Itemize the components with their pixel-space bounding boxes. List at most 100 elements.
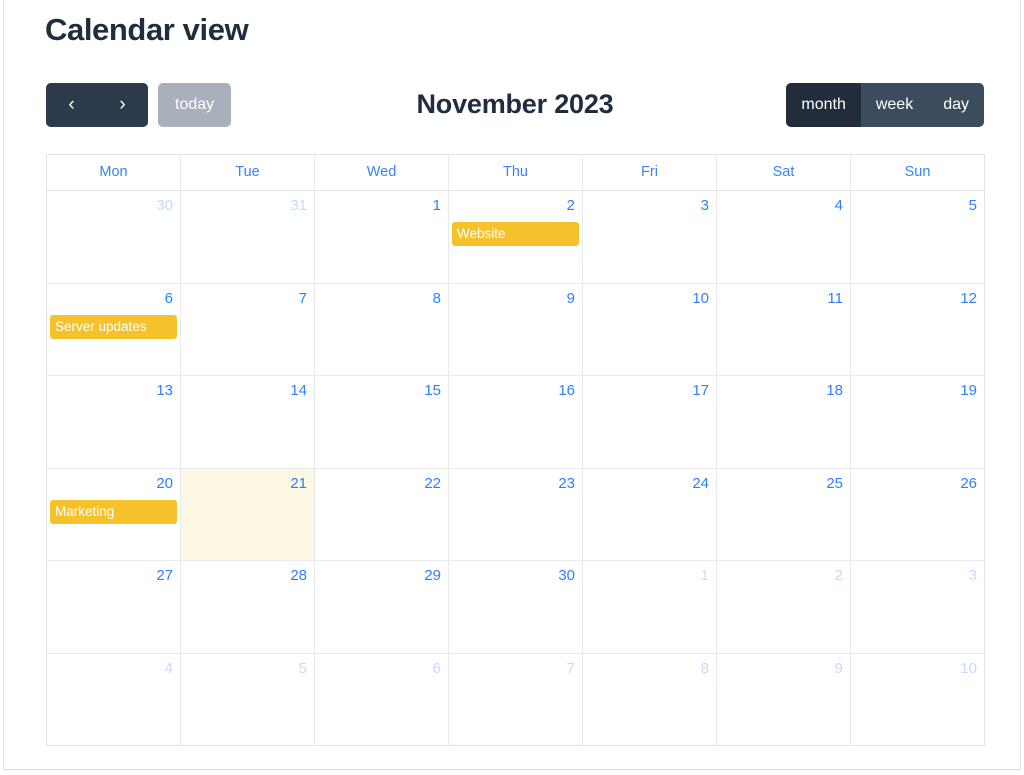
day-number[interactable]: 4	[717, 197, 843, 215]
calendar-day-cell[interactable]: 11	[717, 283, 851, 375]
calendar-day-cell[interactable]: 14	[181, 376, 315, 468]
calendar-day-cell[interactable]: 12	[851, 284, 984, 376]
day-number[interactable]: 9	[449, 290, 575, 308]
view-button-week[interactable]: week	[860, 83, 929, 127]
calendar-day-cell[interactable]: 20 Marketing	[47, 468, 181, 560]
weekday-mon: Mon	[47, 155, 181, 190]
calendar-day-cell[interactable]: 10	[851, 654, 984, 746]
day-number[interactable]: 18	[717, 382, 843, 400]
calendar-day-cell[interactable]: 30	[47, 191, 181, 283]
calendar-day-cell[interactable]: 9	[717, 653, 851, 745]
day-number[interactable]: 3	[583, 197, 709, 215]
day-number[interactable]: 17	[583, 382, 709, 400]
calendar-day-cell[interactable]: 16	[449, 376, 583, 468]
calendar-day-cell[interactable]: 15	[315, 376, 449, 468]
calendar-day-cell[interactable]: 4	[717, 191, 851, 283]
calendar-day-cell[interactable]: 8	[315, 283, 449, 375]
calendar-day-cell[interactable]: 3	[583, 191, 717, 283]
day-number[interactable]: 1	[315, 197, 441, 215]
day-number[interactable]: 7	[449, 660, 575, 678]
day-number[interactable]: 6	[315, 660, 441, 678]
day-number[interactable]: 24	[583, 475, 709, 493]
calendar-day-cell[interactable]: 26	[851, 469, 984, 561]
day-number[interactable]: 29	[315, 567, 441, 585]
calendar-day-cell[interactable]: 9	[449, 283, 583, 375]
view-switcher: month week day	[786, 83, 984, 127]
view-button-month[interactable]: month	[786, 83, 861, 127]
calendar-day-cell[interactable]: 23	[449, 468, 583, 560]
day-number[interactable]: 22	[315, 475, 441, 493]
day-number[interactable]: 31	[181, 197, 307, 215]
day-number[interactable]: 23	[449, 475, 575, 493]
day-number[interactable]: 19	[851, 382, 977, 400]
day-number[interactable]: 14	[181, 382, 307, 400]
calendar-day-cell[interactable]: 31	[181, 191, 315, 283]
day-events: Server updates	[50, 314, 177, 341]
day-number[interactable]: 30	[47, 197, 173, 215]
calendar-day-cell[interactable]: 1	[583, 561, 717, 653]
calendar-day-cell[interactable]: 1	[315, 191, 449, 283]
day-number[interactable]: 6	[47, 290, 173, 308]
day-number[interactable]: 16	[449, 382, 575, 400]
day-number[interactable]: 13	[47, 382, 173, 400]
day-number[interactable]: 10	[851, 660, 977, 678]
day-number[interactable]: 3	[851, 567, 977, 585]
weekday-sat: Sat	[717, 155, 851, 190]
calendar-event[interactable]: Server updates	[50, 314, 177, 339]
day-number[interactable]: 4	[47, 660, 173, 678]
day-number[interactable]: 5	[851, 197, 977, 215]
day-number[interactable]: 30	[449, 567, 575, 585]
day-number[interactable]: 5	[181, 660, 307, 678]
calendar-day-cell[interactable]: 5	[181, 653, 315, 745]
calendar-day-cell[interactable]: 30	[449, 561, 583, 653]
calendar-event[interactable]: Website	[452, 222, 579, 246]
calendar-event[interactable]: Marketing	[50, 499, 177, 524]
view-button-day[interactable]: day	[928, 83, 984, 127]
calendar-day-cell[interactable]: 8	[583, 653, 717, 745]
calendar-day-cell[interactable]: 22	[315, 468, 449, 560]
calendar-weekday-header: Mon Tue Wed Thu Fri Sat Sun	[47, 155, 984, 191]
page-frame: Calendar view ‹ › today November 2023 mo…	[3, 0, 1021, 770]
day-number[interactable]: 8	[315, 290, 441, 308]
day-number[interactable]: 28	[181, 567, 307, 585]
calendar-toolbar: ‹ › today November 2023 month week day	[46, 83, 984, 127]
day-number[interactable]: 11	[717, 290, 843, 308]
day-number[interactable]: 21	[181, 475, 307, 493]
day-number[interactable]: 2	[449, 197, 575, 215]
calendar-day-cell[interactable]: 18	[717, 376, 851, 468]
calendar-day-cell[interactable]: 6 Server updates	[47, 283, 181, 375]
calendar-day-cell[interactable]: 28	[181, 561, 315, 653]
calendar-day-cell[interactable]: 4	[47, 653, 181, 745]
day-number[interactable]: 20	[47, 475, 173, 493]
calendar-day-cell[interactable]: 17	[583, 376, 717, 468]
calendar-day-cell[interactable]: 3	[851, 561, 984, 653]
calendar-day-cell[interactable]: 21	[181, 468, 315, 560]
calendar-day-cell[interactable]: 2	[717, 561, 851, 653]
calendar-day-cell[interactable]: 7	[181, 283, 315, 375]
day-number[interactable]: 15	[315, 382, 441, 400]
day-number[interactable]: 10	[583, 290, 709, 308]
day-number[interactable]: 12	[851, 290, 977, 308]
day-number[interactable]: 8	[583, 660, 709, 678]
weekday-sun: Sun	[904, 164, 931, 180]
calendar-week-row: 13 14 15 16 17 18 19	[47, 376, 984, 469]
day-number[interactable]: 25	[717, 475, 843, 493]
day-number[interactable]: 27	[47, 567, 173, 585]
day-number[interactable]: 1	[583, 567, 709, 585]
day-number[interactable]: 9	[717, 660, 843, 678]
calendar-day-cell[interactable]: 27	[47, 561, 181, 653]
day-number[interactable]: 2	[717, 567, 843, 585]
calendar-day-cell[interactable]: 5	[851, 191, 984, 283]
day-number[interactable]: 7	[181, 290, 307, 308]
calendar-day-cell[interactable]: 19	[851, 376, 984, 468]
day-number[interactable]: 26	[851, 475, 977, 493]
calendar-day-cell[interactable]: 24	[583, 468, 717, 560]
calendar-day-cell[interactable]: 25	[717, 468, 851, 560]
calendar-day-cell[interactable]: 29	[315, 561, 449, 653]
calendar-day-cell[interactable]: 6	[315, 653, 449, 745]
calendar-day-cell[interactable]: 7	[449, 653, 583, 745]
calendar-day-cell[interactable]: 10	[583, 283, 717, 375]
calendar-day-cell[interactable]: 13	[47, 376, 181, 468]
calendar-day-cell[interactable]: 2 Website	[449, 191, 583, 283]
calendar-body: 30 31 1 2 Website 3 4 5 6 Server updates 7 8 9 10 11 12…	[47, 191, 984, 745]
